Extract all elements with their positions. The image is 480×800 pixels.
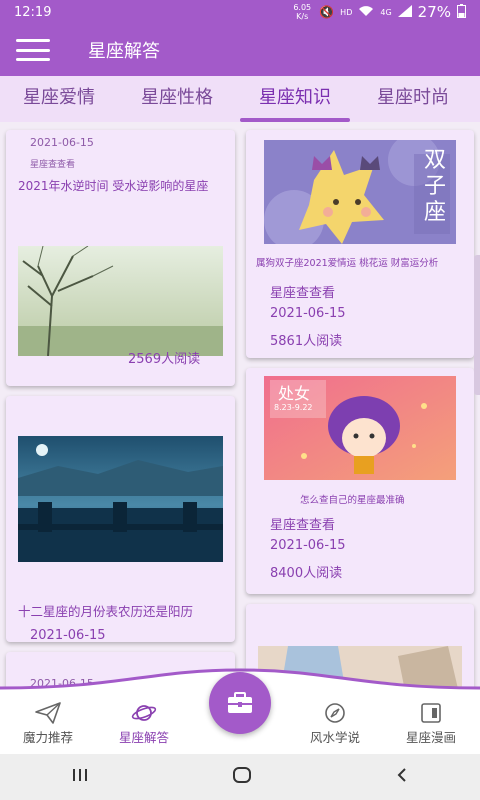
status-time: 12:19	[14, 4, 52, 20]
article-reads: 8400人阅读	[270, 566, 343, 581]
battery-level: 27%	[417, 3, 451, 21]
article-title: 2021年水逆时间 受水逆影响的星座	[18, 179, 209, 193]
bottom-nav: 魔力推荐 星座解答 风水学说 星座漫画	[0, 668, 480, 754]
tab-fashion[interactable]: 星座时尚	[354, 76, 472, 122]
article-thumbnail	[18, 436, 223, 562]
signal-icon	[397, 4, 412, 20]
compass-icon	[325, 703, 345, 723]
nav-comics[interactable]: 星座漫画	[391, 702, 471, 746]
briefcase-icon	[228, 692, 252, 713]
article-card-gemini[interactable]: 双子座 属狗双子座2021爱情运 桃花运 财富运分析 星座查查看 2021-06…	[246, 130, 474, 358]
article-title: 属狗双子座2021爱情运 桃花运 财富运分析	[256, 258, 439, 269]
article-date: 2021-06-15	[30, 136, 94, 149]
center-action-button[interactable]	[209, 672, 271, 734]
system-nav-bar	[0, 754, 480, 800]
page-title: 星座解答	[88, 41, 160, 62]
mute-icon: 🔇	[319, 5, 335, 19]
back-icon[interactable]	[394, 766, 410, 788]
article-card-retrograde[interactable]: 2021-06-15 星座查查看 2021年水逆时间 受水逆影响的星座 2569…	[6, 130, 235, 386]
app-bar: 星座解答	[0, 24, 480, 76]
article-title: 十二星座的月份表农历还是阳历	[18, 604, 194, 619]
tab-knowledge[interactable]: 星座知识	[236, 76, 354, 122]
nav-label: 风水学说	[309, 730, 360, 745]
article-date: 2021-06-15	[270, 306, 346, 321]
recent-apps-icon[interactable]	[70, 767, 90, 787]
battery-icon	[457, 3, 466, 21]
gemini-badge: 双子座	[424, 148, 447, 225]
nav-recommend[interactable]: 魔力推荐	[8, 702, 88, 746]
network-speed: 6.05 K/s	[293, 3, 312, 21]
article-source: 星座查查看	[270, 286, 336, 301]
tab-personality[interactable]: 星座性格	[118, 76, 236, 122]
status-bar: 12:19 6.05 K/s 🔇 HD 4G 27%	[0, 0, 480, 24]
tab-love[interactable]: 星座爱情	[0, 76, 118, 122]
virgo-dates: 8.23-9.22	[274, 403, 313, 412]
article-reads: 2569人阅读	[128, 352, 201, 367]
nav-fengshui[interactable]: 风水学说	[295, 702, 375, 746]
planet-icon	[131, 705, 157, 721]
nav-label: 魔力推荐	[22, 730, 73, 745]
article-feed[interactable]: 2021-06-15 星座查查看 2021年水逆时间 受水逆影响的星座 2569…	[0, 122, 480, 688]
article-date: 2021-06-15	[30, 628, 106, 642]
article-thumbnail: 处女 8.23-9.22	[264, 376, 456, 480]
virgo-badge: 处女	[278, 384, 311, 403]
wifi-icon	[358, 5, 374, 20]
article-date: 2021-06-15	[270, 538, 346, 553]
home-icon[interactable]	[231, 766, 253, 788]
article-card-virgo[interactable]: 处女 8.23-9.22 怎么查自己的星座最准确 星座查查看 2021-06-1…	[246, 368, 474, 594]
article-card-calendar[interactable]: 十二星座的月份表农历还是阳历 2021-06-15	[6, 396, 235, 642]
article-thumbnail: 双子座	[264, 140, 456, 244]
side-drawer-handle[interactable]	[474, 255, 480, 395]
article-source: 星座查查看	[30, 160, 76, 170]
paper-plane-icon	[35, 702, 61, 724]
category-tabs: 星座爱情 星座性格 星座知识 星座时尚	[0, 76, 480, 122]
article-thumbnail	[18, 246, 223, 356]
hd-indicator: HD	[340, 7, 353, 17]
signal-type: 4G	[380, 7, 392, 17]
article-title: 怎么查自己的星座最准确	[300, 495, 405, 506]
nav-label: 星座漫画	[405, 730, 456, 745]
menu-icon[interactable]	[16, 39, 50, 61]
nav-label: 星座解答	[118, 730, 169, 745]
nav-horoscope-answers[interactable]: 星座解答	[104, 702, 184, 746]
article-source: 星座查查看	[270, 518, 336, 533]
comic-book-icon	[421, 703, 441, 723]
article-reads: 5861人阅读	[270, 334, 343, 349]
